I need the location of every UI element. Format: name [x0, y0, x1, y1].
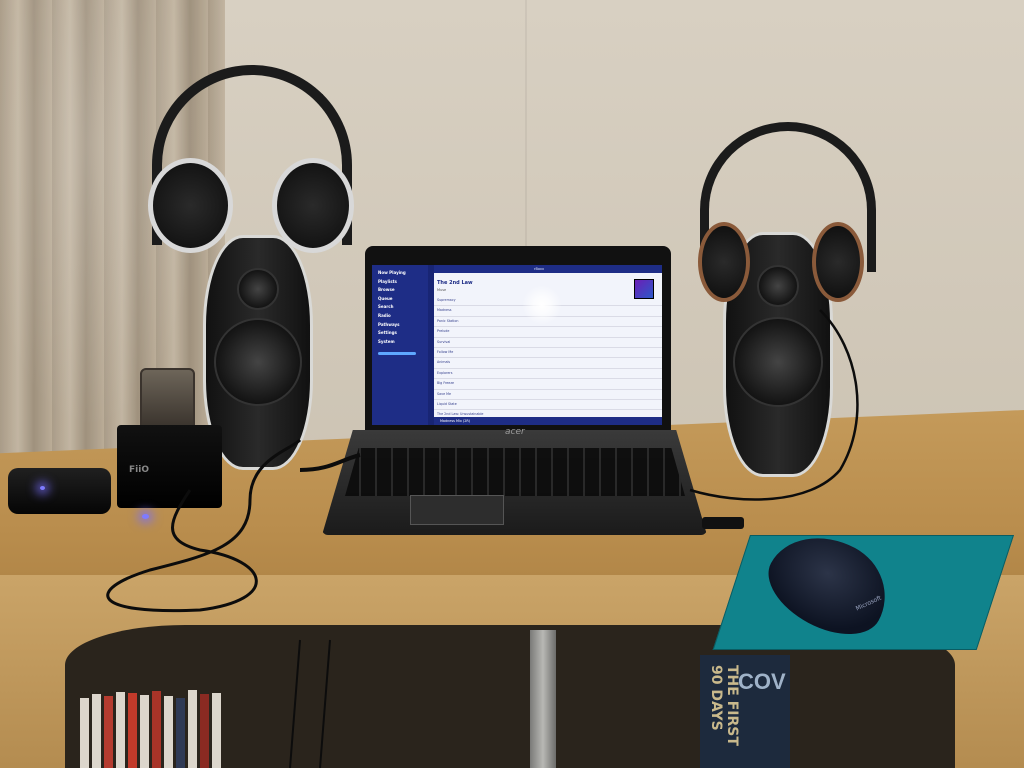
tweeter: [237, 268, 279, 310]
track-row[interactable]: Liquid State: [434, 400, 662, 411]
nav-pathways[interactable]: Pathways: [372, 321, 428, 330]
woofer: [733, 317, 823, 407]
earcup: [148, 158, 233, 253]
book: THE FIRST 90 DAYS COV: [700, 655, 790, 768]
nav-radio[interactable]: Radio: [372, 312, 428, 321]
book-cover-text: COV: [738, 669, 786, 694]
desk-leg: [530, 630, 556, 768]
power-led: [142, 514, 149, 519]
screen-sidebar: Now Playing Playlists Browse Queue Searc…: [372, 265, 428, 425]
nav-queue[interactable]: Queue: [372, 295, 428, 304]
track-row[interactable]: Explorers: [434, 369, 662, 380]
now-playing-bar[interactable]: Madness Mix (2R): [434, 417, 662, 425]
nav-now-playing[interactable]: Now Playing: [372, 269, 428, 278]
touchpad[interactable]: [410, 495, 504, 525]
nav-system[interactable]: System: [372, 338, 428, 347]
sidebar-progress: [378, 352, 416, 356]
track-row[interactable]: Save Me: [434, 390, 662, 400]
woofer: [214, 318, 302, 406]
earcup: [812, 222, 864, 302]
cd-shelf: [80, 650, 260, 768]
laptop-screen[interactable]: Now Playing Playlists Browse Queue Searc…: [372, 265, 662, 425]
track-row[interactable]: Big Freeze: [434, 379, 662, 390]
track-row[interactable]: Animals: [434, 358, 662, 369]
app-title: rBoxx: [534, 267, 545, 271]
track-row[interactable]: Prelude: [434, 327, 662, 338]
hub-led: [40, 486, 45, 490]
track-row[interactable]: Follow Me: [434, 348, 662, 359]
usb-hub: [8, 468, 111, 514]
keyboard[interactable]: [345, 448, 685, 496]
nav-search[interactable]: Search: [372, 303, 428, 312]
desk-photo: THE FIRST 90 DAYS COV Now Playing Playli…: [0, 0, 1024, 768]
earcup: [698, 222, 750, 302]
earcup: [272, 158, 354, 253]
album-art: [634, 279, 654, 299]
screen-topbar: rBoxx: [434, 265, 662, 273]
album-title: The 2nd Law: [437, 280, 473, 286]
nav-browse[interactable]: Browse: [372, 286, 428, 295]
dac: FiiO: [117, 425, 222, 508]
laptop-brand: acer: [505, 427, 525, 437]
track-row[interactable]: Survival: [434, 338, 662, 348]
nav-playlists[interactable]: Playlists: [372, 278, 428, 287]
book-spine-text: THE FIRST 90 DAYS: [708, 665, 740, 746]
screen-glare: [522, 285, 562, 325]
nav-settings[interactable]: Settings: [372, 329, 428, 338]
dac-label: FiiO: [129, 465, 149, 475]
